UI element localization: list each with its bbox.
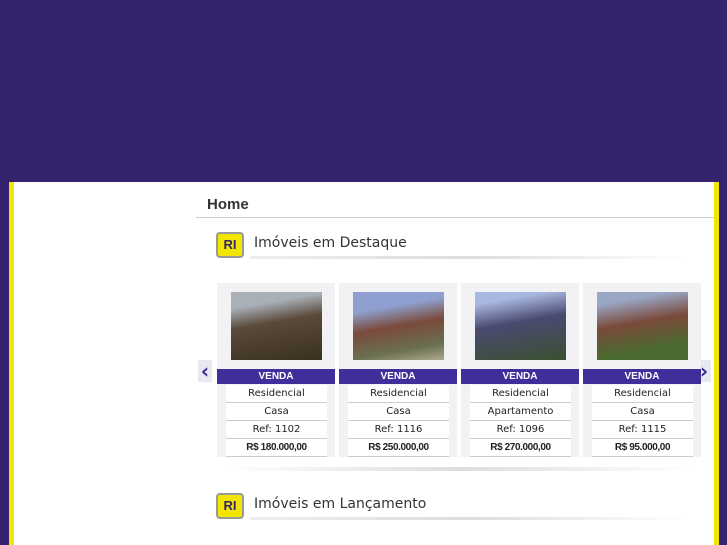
property-photo[interactable] [475,292,566,360]
property-ref: Ref: 1102 [226,421,327,439]
property-type: Apartamento [470,403,571,421]
page-title: Home [207,196,249,213]
property-card[interactable]: VENDA Residencial Casa Ref: 1116 R$ 250.… [339,283,457,457]
section-underline [250,256,690,259]
carousel-shadow [224,467,694,471]
property-price: R$ 250.000,00 [348,439,449,457]
section-title: Imóveis em Destaque [254,235,407,251]
property-card[interactable]: VENDA Residencial Apartamento Ref: 1096 … [461,283,579,457]
section-title: Imóveis em Lançamento [254,496,427,512]
section-featured-header: RI Imóveis em Destaque [216,232,690,262]
property-type: Casa [348,403,449,421]
ri-logo-icon: RI [216,493,244,519]
property-price: R$ 270.000,00 [470,439,571,457]
property-ref: Ref: 1115 [592,421,693,439]
property-photo[interactable] [353,292,444,360]
property-price: R$ 95.000,00 [592,439,693,457]
property-category: Residencial [226,385,327,403]
property-ref: Ref: 1096 [470,421,571,439]
sale-badge: VENDA [461,369,579,384]
property-category: Residencial [470,385,571,403]
property-card[interactable]: VENDA Residencial Casa Ref: 1102 R$ 180.… [217,283,335,457]
property-type: Casa [226,403,327,421]
site-header [0,0,727,182]
divider [196,217,714,218]
content-area: Home RI Imóveis em Destaque ‹ › VENDA Re… [14,182,714,545]
section-launch-header: RI Imóveis em Lançamento [216,493,690,523]
property-type: Casa [592,403,693,421]
property-photo[interactable] [231,292,322,360]
property-photo[interactable] [597,292,688,360]
right-border [714,182,719,545]
property-category: Residencial [348,385,449,403]
property-card[interactable]: VENDA Residencial Casa Ref: 1115 R$ 95.0… [583,283,701,457]
property-price: R$ 180.000,00 [226,439,327,457]
ri-logo-icon: RI [216,232,244,258]
sale-badge: VENDA [217,369,335,384]
property-category: Residencial [592,385,693,403]
sale-badge: VENDA [583,369,701,384]
sale-badge: VENDA [339,369,457,384]
carousel-prev-button[interactable]: ‹ [198,360,212,382]
section-underline [250,517,690,520]
property-ref: Ref: 1116 [348,421,449,439]
